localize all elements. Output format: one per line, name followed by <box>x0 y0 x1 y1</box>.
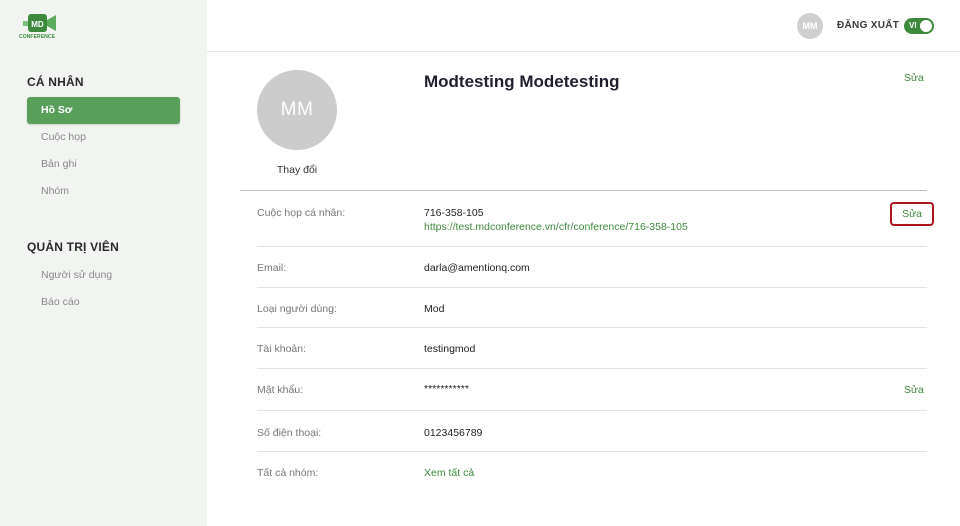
toggle-knob <box>920 20 932 32</box>
row-divider <box>257 287 927 288</box>
logo-text: CONFERENCE <box>19 34 56 40</box>
logo-badge-text: MD <box>31 20 44 29</box>
email-value: darla@amentionq.com <box>424 262 530 274</box>
email-label: Email: <box>257 262 287 274</box>
row-divider <box>257 327 927 328</box>
phone-value: 0123456789 <box>424 427 483 439</box>
phone-label: Số điện thoại: <box>257 427 322 439</box>
section-title-personal: CÁ NHÂN <box>27 75 84 89</box>
video-camera-icon: MD <box>23 14 56 32</box>
meeting-url-link[interactable]: https://test.mdconference.vn/cfr/confere… <box>424 221 688 233</box>
edit-meeting-button[interactable]: Sửa <box>890 202 934 226</box>
row-divider <box>257 410 927 411</box>
account-label: Tài khoản: <box>257 343 307 355</box>
language-label: VI <box>909 21 917 30</box>
user-avatar[interactable]: MM <box>797 13 823 39</box>
sidebar-item-recordings[interactable]: Bản ghi <box>27 151 180 178</box>
password-label: Mật khẩu: <box>257 384 304 396</box>
profile-avatar: MM <box>257 70 337 150</box>
account-value: testingmod <box>424 343 476 355</box>
row-divider <box>257 368 927 369</box>
logout-button[interactable]: ĐĂNG XUẤT <box>837 20 899 31</box>
sidebar-item-users[interactable]: Người sử dụng <box>27 262 180 289</box>
sidebar-item-profile[interactable]: Hồ Sơ <box>27 97 180 124</box>
language-toggle[interactable]: VI <box>904 18 934 34</box>
user-type-label: Loại người dùng: <box>257 303 337 315</box>
sidebar: MD CONFERENCE CÁ NHÂN Hồ Sơ Cuộc họp Bản… <box>0 0 207 526</box>
user-type-value: Mod <box>424 303 445 315</box>
edit-password-link[interactable]: Sửa <box>904 384 924 396</box>
row-divider <box>257 451 927 452</box>
profile-name: Modtesting Modetesting <box>424 72 620 91</box>
meeting-label: Cuộc họp cá nhân: <box>257 207 346 219</box>
meeting-id: 716-358-105 <box>424 207 484 219</box>
view-all-groups-link[interactable]: Xem tất cả <box>424 467 474 479</box>
sidebar-item-groups[interactable]: Nhóm <box>27 178 180 205</box>
groups-label: Tất cả nhóm: <box>257 467 319 479</box>
section-title-admin: QUẢN TRỊ VIÊN <box>27 240 119 254</box>
sidebar-item-meetings[interactable]: Cuộc họp <box>27 124 180 151</box>
edit-profile-link[interactable]: Sửa <box>904 72 924 84</box>
row-divider <box>257 246 927 247</box>
app-logo[interactable]: MD CONFERENCE <box>19 12 56 42</box>
change-avatar-link[interactable]: Thay đổi <box>257 164 337 176</box>
sidebar-item-reports[interactable]: Báo cáo <box>27 289 180 316</box>
top-bar: MM ĐĂNG XUẤT VI <box>207 0 960 52</box>
header-divider <box>240 190 927 191</box>
password-value: *********** <box>424 383 469 395</box>
